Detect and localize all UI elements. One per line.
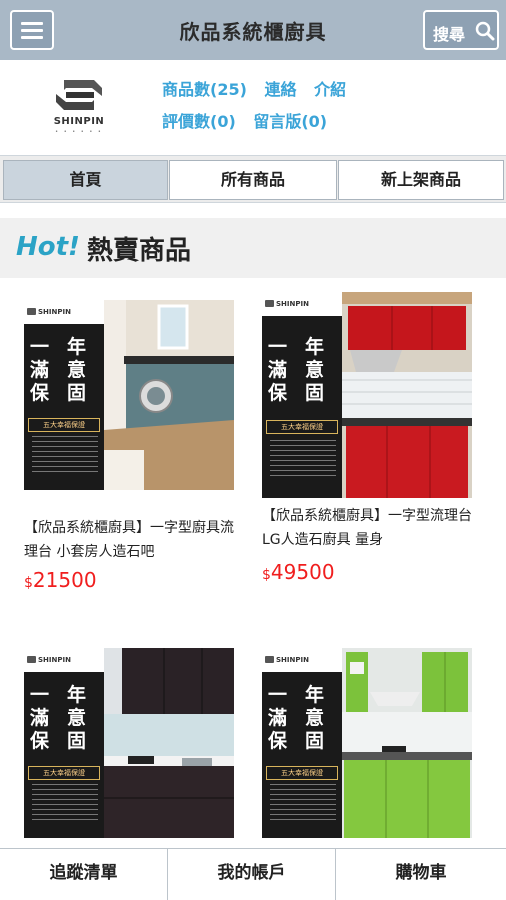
products-count-link[interactable]: 商品數(25) [162, 80, 247, 99]
product-card[interactable]: SHINPIN 一年滿意保固 五大幸福保證 [24, 648, 244, 838]
product-image[interactable]: SHINPIN 一年滿意保固 五大幸福保證 [262, 648, 472, 838]
my-account-button[interactable]: 我的帳戶 [168, 849, 336, 900]
banner-ribbon: 五大幸福保證 [266, 766, 338, 780]
magnifier-icon [475, 21, 495, 41]
banner-headline: 一年滿意保固 [30, 684, 86, 752]
logo-text: SHINPIN [53, 116, 105, 127]
store-logo[interactable]: SHINPIN • • • • • • [44, 76, 114, 138]
bottom-nav: 追蹤清單 我的帳戶 購物車 [0, 848, 506, 900]
guestbook-link[interactable]: 留言版(0) [253, 112, 327, 131]
banner-headline: 一年滿意保固 [268, 336, 324, 404]
banner-ribbon: 五大幸福保證 [28, 418, 100, 432]
product-name[interactable]: 【欣品系統櫃廚具】一字型流理台 LG人造石廚具 量身 [262, 504, 484, 552]
banner-headline: 一年滿意保固 [30, 336, 86, 404]
tab-home[interactable]: 首頁 [3, 160, 168, 200]
product-price: $49500 [262, 560, 335, 584]
kitchen-photo [342, 292, 472, 498]
product-image[interactable]: SHINPIN 一年滿意保固 五大幸福保證 [24, 648, 234, 838]
warranty-banner: SHINPIN 一年滿意保固 五大幸福保證 [262, 648, 342, 838]
kitchen-photo [104, 648, 234, 838]
product-image[interactable]: SHINPIN 一年滿意保固 五大幸福保證 [262, 292, 472, 498]
banner-ribbon: 五大幸福保證 [266, 420, 338, 434]
product-name[interactable]: 【欣品系統櫃廚具】一字型廚具流理台 小套房人造石吧 [24, 516, 246, 564]
section-title: 熱賣商品 [87, 236, 192, 266]
product-image[interactable]: SHINPIN 一年滿意保固 五大幸福保證 [24, 300, 234, 490]
logo-subtext: • • • • • • [55, 129, 103, 135]
kitchen-photo [104, 300, 234, 490]
warranty-banner: SHINPIN 一年滿意保固 五大幸福保證 [24, 648, 104, 838]
hot-label: Hot! [16, 232, 80, 262]
intro-link[interactable]: 介紹 [314, 80, 346, 99]
app-header: 欣品系統櫃廚具 搜尋 [0, 0, 506, 60]
tab-new-products[interactable]: 新上架商品 [338, 160, 504, 200]
reviews-link[interactable]: 評價數(0) [162, 112, 236, 131]
warranty-banner: SHINPIN 一年滿意保固 五大幸福保證 [262, 292, 342, 498]
product-card[interactable]: SHINPIN 一年滿意保固 五大幸福保證 【欣品系統櫃廚具】一字型流理台 LG… [262, 292, 482, 592]
warranty-banner: SHINPIN 一年滿意保固 五大幸福保證 [24, 300, 104, 490]
product-card[interactable]: SHINPIN 一年滿意保固 五大幸福保證 [262, 648, 482, 838]
banner-ribbon: 五大幸福保證 [28, 766, 100, 780]
watchlist-button[interactable]: 追蹤清單 [0, 849, 168, 900]
store-links: 商品數(25) 連絡 介紹 評價數(0) 留言版(0) [162, 76, 358, 140]
product-card[interactable]: SHINPIN 一年滿意保固 五大幸福保證 【欣品系統櫃廚具】一字型廚具流理台 … [24, 300, 244, 600]
store-info: SHINPIN • • • • • • 商品數(25) 連絡 介紹 評價數(0)… [0, 60, 506, 152]
product-price: $21500 [24, 568, 97, 592]
banner-headline: 一年滿意保固 [268, 684, 324, 752]
tab-all-products[interactable]: 所有商品 [169, 160, 337, 200]
search-button[interactable]: 搜尋 [423, 10, 499, 50]
tab-bar: 首頁 所有商品 新上架商品 [0, 155, 506, 203]
kitchen-photo [342, 648, 472, 838]
hot-section-header: Hot! 熱賣商品 [0, 218, 506, 278]
shinpin-logo-icon [56, 80, 102, 110]
contact-link[interactable]: 連絡 [264, 80, 296, 99]
shopping-cart-button[interactable]: 購物車 [336, 849, 506, 900]
search-button-label: 搜尋 [433, 25, 466, 44]
